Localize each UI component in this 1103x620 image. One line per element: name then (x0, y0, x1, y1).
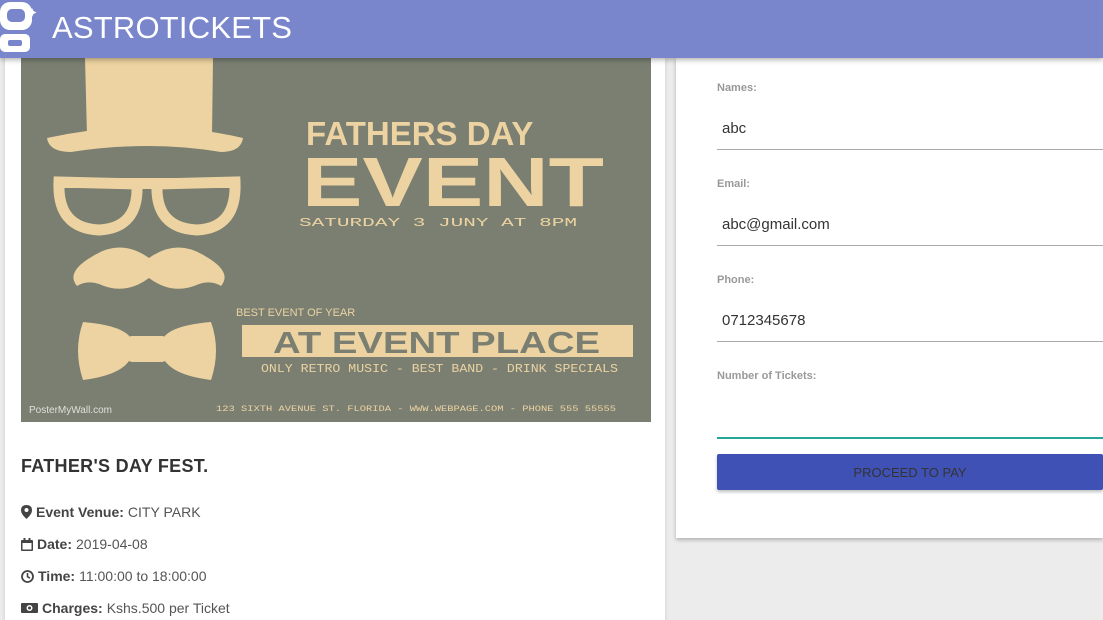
phone-input[interactable] (717, 300, 1103, 342)
time-value: 11:00:00 to 18:00:00 (79, 568, 207, 584)
poster-features: ONLY RETRO MUSIC - BEST BAND - DRINK SPE… (261, 362, 618, 376)
charges-label: Charges: (42, 600, 103, 616)
event-details-card: FATHERS DAY EVENT SATURDAY 3 JUNY AT 8PM… (5, 58, 665, 620)
ticket-form-card: Names: Email: Phone: Number of Tickets: … (676, 58, 1103, 538)
event-poster: FATHERS DAY EVENT SATURDAY 3 JUNY AT 8PM… (21, 58, 651, 422)
poster-place: AT EVENT PLACE (273, 325, 600, 360)
map-marker-icon (21, 505, 32, 519)
calendar-icon (21, 537, 33, 551)
poster-title-line2: EVENT (302, 143, 604, 221)
poster-address: 123 SIXTH AVENUE ST. FLORIDA - WWW.WEBPA… (216, 405, 616, 414)
venue-value: CITY PARK (127, 504, 201, 520)
names-label: Names: (717, 82, 757, 94)
hat-icon (85, 58, 213, 136)
brand-title[interactable]: ASTROTICKETS (52, 10, 292, 46)
date-label: Date: (37, 536, 73, 552)
poster-best-event: BEST EVENT OF YEAR (236, 307, 355, 319)
clock-icon (21, 569, 34, 583)
time-row: Time: 11:00:00 to 18:00:00 (21, 568, 207, 584)
venue-label: Event Venue: (36, 504, 124, 520)
proceed-to-pay-button[interactable]: PROCEED TO PAY (717, 454, 1103, 490)
navbar: ASTROTICKETS (0, 0, 1103, 58)
tickets-input[interactable] (717, 397, 1103, 439)
tickets-label: Number of Tickets: (717, 370, 817, 382)
date-row: Date: 2019-04-08 (21, 536, 148, 552)
poster-watermark: PosterMyWall.com (29, 405, 112, 416)
poster-graphic: FATHERS DAY EVENT SATURDAY 3 JUNY AT 8PM… (21, 58, 651, 422)
venue-row: Event Venue: CITY PARK (21, 504, 201, 520)
email-input[interactable] (717, 204, 1103, 246)
email-label: Email: (717, 178, 751, 190)
names-input[interactable] (717, 108, 1103, 150)
poster-date-line: SATURDAY 3 JUNY AT 8PM (299, 216, 577, 230)
charges-value: Kshs.500 per Ticket (106, 600, 230, 616)
astronaut-logo-icon[interactable] (0, 0, 38, 58)
money-icon (21, 603, 38, 613)
phone-label: Phone: (717, 274, 755, 286)
event-title: FATHER'S DAY FEST. (21, 456, 209, 476)
time-label: Time: (38, 568, 76, 584)
date-value: 2019-04-08 (76, 536, 148, 552)
charges-row: Charges: Kshs.500 per Ticket (21, 600, 230, 616)
